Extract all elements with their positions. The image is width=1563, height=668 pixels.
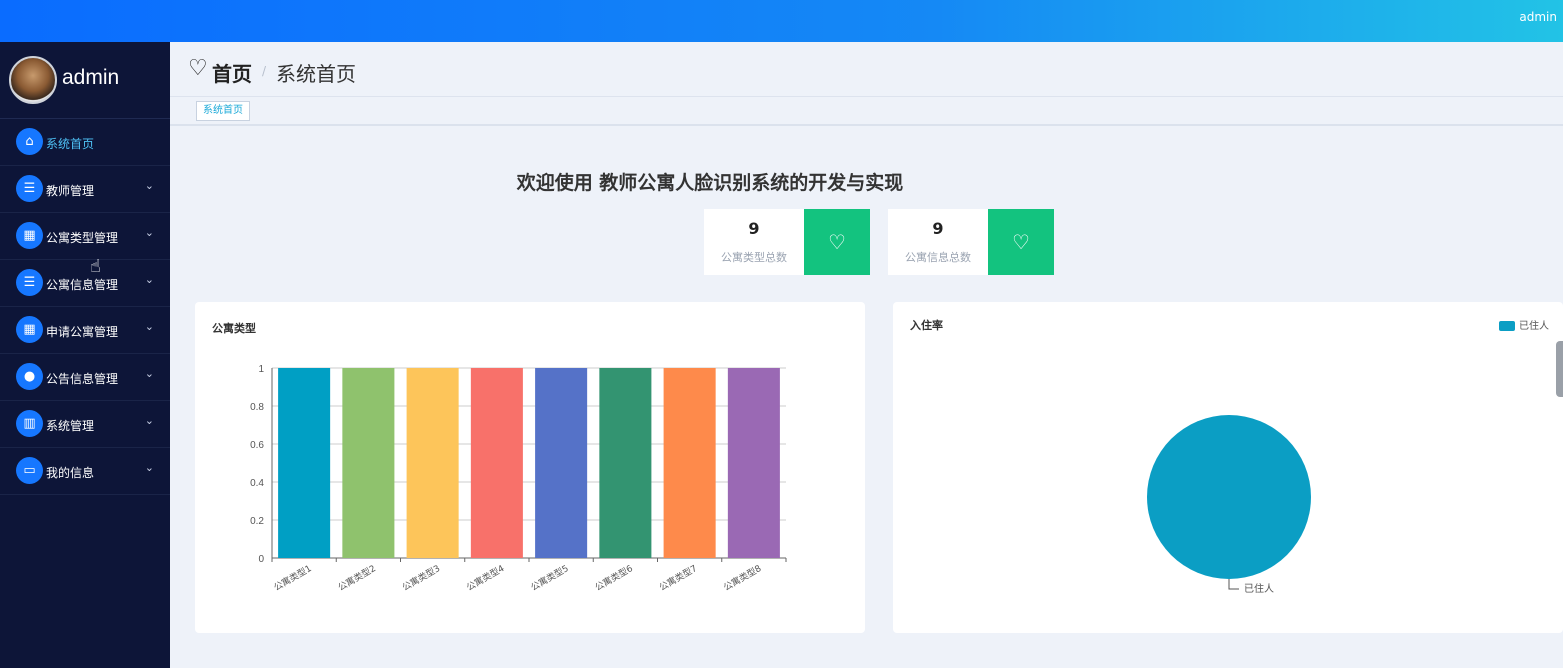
sidebar-item-label: 公寓类型管理 bbox=[46, 231, 119, 245]
book-icon: ▥ bbox=[16, 410, 43, 437]
sidebar-item-label: 系统管理 bbox=[46, 419, 95, 433]
sidebar-item[interactable]: ▦ 公寓类型管理 ⌄ bbox=[0, 213, 170, 260]
list-icon: ☰ bbox=[16, 175, 43, 202]
bar bbox=[342, 368, 395, 558]
pie-slice-label: 已住人 bbox=[1244, 582, 1274, 595]
chevron-down-icon: ⌄ bbox=[144, 367, 154, 380]
sidebar-item-label: 公寓信息管理 bbox=[46, 278, 119, 292]
x-tick-label: 公寓类型1 bbox=[271, 562, 313, 593]
sidebar-profile: admin bbox=[0, 42, 170, 119]
y-tick-label: 0 bbox=[258, 554, 264, 565]
x-tick-label: 公寓类型3 bbox=[400, 562, 442, 593]
grid-icon: ▦ bbox=[16, 316, 43, 343]
welcome-title: 欢迎使用 教师公寓人脸识别系统的开发与实现 bbox=[516, 172, 904, 194]
page-subtitle: 系统首页 bbox=[276, 62, 356, 86]
bar bbox=[663, 368, 716, 558]
page-scrollbar[interactable] bbox=[1556, 341, 1563, 397]
mouse-cursor-icon: ☝ bbox=[90, 256, 101, 277]
x-tick-label: 公寓类型7 bbox=[657, 562, 699, 593]
chevron-down-icon: ⌄ bbox=[144, 320, 154, 333]
chevron-down-icon: ⌄ bbox=[144, 179, 154, 192]
top-user-menu[interactable]: admin bbox=[1519, 10, 1557, 24]
user-icon: ● bbox=[16, 363, 43, 390]
pie-chart: 已住人 bbox=[1147, 415, 1311, 595]
heart-icon: ♡ bbox=[988, 209, 1054, 275]
top-bar: admin bbox=[0, 0, 1563, 42]
pie-slice bbox=[1147, 415, 1311, 579]
y-tick-label: 0.8 bbox=[250, 402, 264, 413]
chevron-down-icon: ⌄ bbox=[144, 273, 154, 286]
sidebar-item-label: 公告信息管理 bbox=[46, 372, 119, 386]
sidebar-item[interactable]: ▭ 我的信息 ⌄ bbox=[0, 448, 170, 495]
chevron-down-icon: ⌄ bbox=[144, 461, 154, 474]
heart-icon: ♡ bbox=[804, 209, 870, 275]
sidebar-username: admin bbox=[62, 66, 120, 89]
stat-value: 9 bbox=[748, 219, 760, 238]
bar bbox=[278, 368, 331, 558]
sidebar-item[interactable]: ☰ 公寓信息管理 ⌄ bbox=[0, 260, 170, 307]
pie-chart-panel: 入住率 已住人 已住人 bbox=[893, 302, 1563, 633]
bar bbox=[535, 368, 588, 558]
y-tick-label: 1 bbox=[258, 364, 264, 375]
bar-chart-panel: 公寓类型 0 0.2 0.4 0.6 0.8 1 公寓类型1 公寓类型2 公寓类型3 公寓类型4 公… bbox=[195, 302, 865, 633]
bar-chart: 0 0.2 0.4 0.6 0.8 1 公寓类型1 公寓类型2 公寓类型3 公寓类型4 公寓类型5 公… bbox=[250, 364, 787, 593]
sidebar-menu: ⌂ 系统首页 ☰ 教师管理 ⌄ ▦ 公寓类型管理 ⌄ ☰ 公寓信息管理 ⌄ ▦ 申请公寓管理 ⌄ ● 公告信息… bbox=[0, 119, 170, 495]
bar bbox=[727, 368, 780, 558]
stat-card-apartment-info: 9 公寓信息总数 ♡ bbox=[888, 209, 1054, 275]
sidebar-item-label: 申请公寓管理 bbox=[46, 325, 119, 339]
tab-home[interactable]: 系统首页 bbox=[196, 101, 250, 121]
stat-label: 公寓信息总数 bbox=[905, 251, 971, 264]
avatar bbox=[9, 56, 57, 104]
heart-icon: ♡ bbox=[188, 56, 208, 81]
list-icon: ☰ bbox=[16, 269, 43, 296]
breadcrumb-separator: / bbox=[262, 64, 267, 78]
sidebar-item-label: 系统首页 bbox=[46, 137, 95, 151]
bar bbox=[599, 368, 652, 558]
y-tick-label: 0.2 bbox=[250, 516, 264, 527]
page-header: ♡ 首页 / 系统首页 bbox=[170, 42, 1563, 97]
sidebar-item[interactable]: ▥ 系统管理 ⌄ bbox=[0, 401, 170, 448]
y-tick-label: 0.4 bbox=[250, 478, 264, 489]
y-tick-label: 0.6 bbox=[250, 440, 264, 451]
sidebar-item[interactable]: ☰ 教师管理 ⌄ bbox=[0, 166, 170, 213]
chevron-down-icon: ⌄ bbox=[144, 226, 154, 239]
pie-label-line bbox=[1228, 579, 1239, 590]
x-tick-label: 公寓类型6 bbox=[593, 562, 635, 593]
stat-label: 公寓类型总数 bbox=[721, 251, 787, 264]
stat-value: 9 bbox=[932, 219, 944, 238]
chevron-down-icon: ⌄ bbox=[144, 414, 154, 427]
card-icon: ▭ bbox=[16, 457, 43, 484]
x-tick-label: 公寓类型5 bbox=[528, 562, 570, 593]
bar bbox=[470, 368, 523, 558]
sidebar-item[interactable]: ▦ 申请公寓管理 ⌄ bbox=[0, 307, 170, 354]
stat-card-apartment-types: 9 公寓类型总数 ♡ bbox=[704, 209, 870, 275]
bar bbox=[406, 368, 459, 558]
tab-bar: 系统首页 bbox=[170, 96, 1563, 126]
sidebar-item[interactable]: ● 公告信息管理 ⌄ bbox=[0, 354, 170, 401]
home-icon: ⌂ bbox=[16, 128, 43, 155]
x-tick-label: 公寓类型8 bbox=[721, 562, 763, 593]
sidebar-item-label: 我的信息 bbox=[46, 466, 95, 480]
sidebar-item[interactable]: ⌂ 系统首页 bbox=[0, 119, 170, 166]
page-title: 首页 bbox=[212, 62, 252, 86]
x-tick-label: 公寓类型2 bbox=[336, 562, 378, 593]
sidebar-item-label: 教师管理 bbox=[46, 184, 95, 198]
sidebar: admin ⌂ 系统首页 ☰ 教师管理 ⌄ ▦ 公寓类型管理 ⌄ ☰ 公寓信息管理 ⌄ ▦ 申请公寓管理… bbox=[0, 42, 170, 668]
grid-icon: ▦ bbox=[16, 222, 43, 249]
x-tick-label: 公寓类型4 bbox=[464, 562, 506, 593]
